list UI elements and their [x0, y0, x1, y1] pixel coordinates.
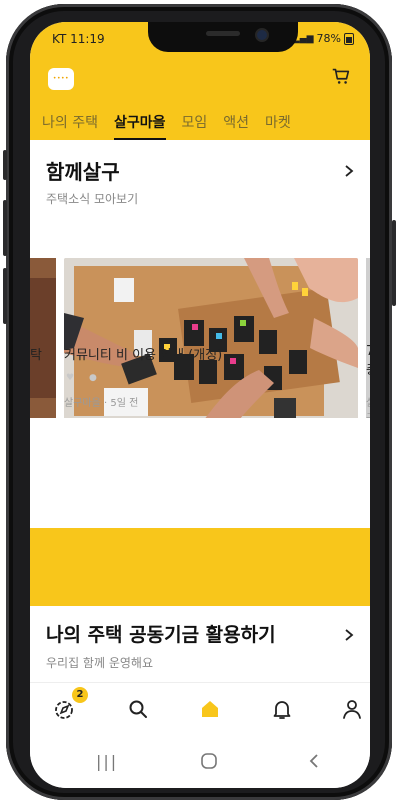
- card-title-main[interactable]: 커뮤니티 비 이용 안내 (개정): [64, 344, 222, 363]
- phone-screen: KT 11:19 ▂▄▆ 78% •••• 나의 주택 살구마을 모임 액션 마…: [30, 22, 370, 788]
- comment-icon[interactable]: ●: [89, 374, 98, 383]
- card-image-prev[interactable]: [30, 258, 56, 420]
- section-title-together: 함께살구: [46, 160, 120, 184]
- bell-icon[interactable]: [270, 697, 294, 721]
- like-icon[interactable]: ♥: [66, 374, 75, 383]
- volume-down-button: [3, 268, 7, 324]
- home-circle-icon[interactable]: [200, 752, 218, 770]
- section-fund: 나의 주택 공동기금 활용하기 우리집 함께 운영해요: [30, 606, 370, 682]
- card-title-next[interactable]: 7층: [366, 344, 370, 378]
- cart-icon[interactable]: [330, 65, 352, 87]
- notch: [148, 22, 298, 52]
- bottom-nav: 2: [30, 682, 370, 735]
- status-icons: ▂▄▆ 78%: [293, 32, 354, 45]
- profile-icon[interactable]: [340, 697, 364, 721]
- spacer: [30, 418, 370, 426]
- card-meta-main: 살구마을 · 5일 전: [64, 398, 139, 409]
- battery-percent: 78%: [316, 32, 341, 45]
- power-button: [392, 220, 396, 306]
- volume-up-button: [3, 200, 7, 256]
- chevron-right-icon[interactable]: [342, 164, 356, 178]
- section-title-fund: 나의 주택 공동기금 활용하기: [46, 624, 276, 646]
- recent-apps-icon[interactable]: |||: [96, 752, 118, 771]
- tab-market[interactable]: 마켓: [265, 112, 291, 140]
- chevron-right-icon[interactable]: [342, 628, 356, 642]
- status-time: KT 11:19: [52, 32, 105, 46]
- card-reaction-icons: ♥ ●: [66, 374, 98, 383]
- notification-badge: 2: [72, 687, 88, 703]
- card-title-prev[interactable]: 탁: [30, 344, 42, 363]
- tab-my-house[interactable]: 나의 주택: [42, 112, 98, 140]
- tab-meetings[interactable]: 모임: [182, 112, 208, 140]
- like-icon-next: ♥: [368, 374, 370, 384]
- home-icon[interactable]: [198, 697, 222, 721]
- tab-salgu-village[interactable]: 살구마을: [113, 112, 166, 140]
- back-icon[interactable]: [306, 752, 322, 770]
- tab-action[interactable]: 액션: [223, 112, 249, 140]
- search-icon[interactable]: [126, 697, 150, 721]
- system-nav-bar: |||: [30, 734, 370, 788]
- top-tabs: 나의 주택 살구마을 모임 액션 마켓: [42, 112, 291, 140]
- logo-dots: ••••: [52, 75, 70, 82]
- mute-switch: [3, 150, 7, 180]
- section-subtitle-fund: 우리집 함께 운영해요: [46, 656, 153, 670]
- section-subtitle-together: 주택소식 모아보기: [46, 192, 139, 206]
- promo-banner[interactable]: [30, 528, 370, 606]
- battery-icon: [344, 32, 354, 45]
- app-logo[interactable]: ••••: [48, 68, 74, 90]
- compass-icon[interactable]: [52, 697, 76, 721]
